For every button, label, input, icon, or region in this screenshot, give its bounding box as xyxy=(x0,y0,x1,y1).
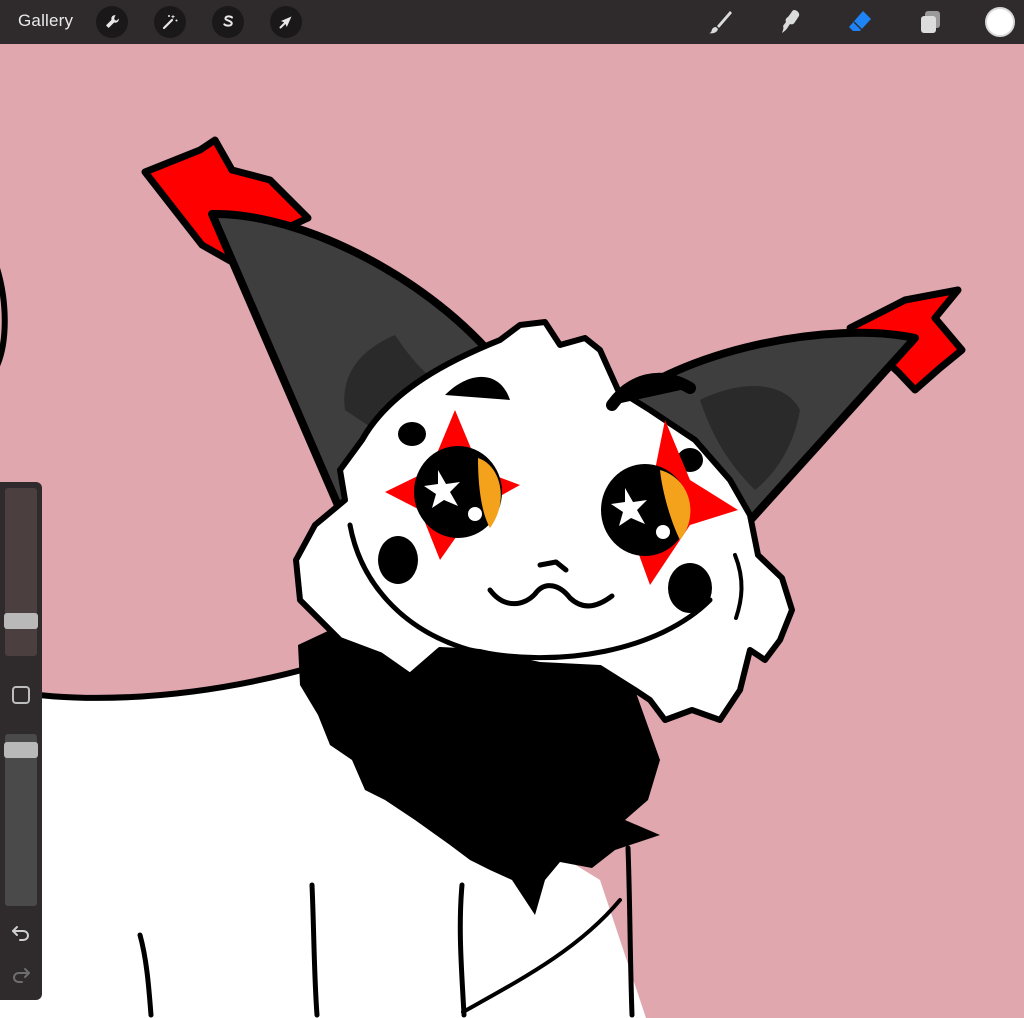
layers-icon xyxy=(921,11,940,33)
wrench-icon xyxy=(106,15,119,28)
arrow-cursor-icon xyxy=(279,16,292,29)
redo-icon[interactable] xyxy=(9,962,33,986)
square-modify-icon[interactable] xyxy=(12,686,30,704)
brush-sidebar xyxy=(0,482,42,1000)
layers-tool[interactable] xyxy=(912,4,948,40)
smudge-tool[interactable] xyxy=(772,4,808,40)
adjustments-button[interactable] xyxy=(154,6,186,38)
magic-wand-icon xyxy=(162,14,178,30)
eraser-tool[interactable] xyxy=(842,4,878,40)
brush-size-thumb[interactable] xyxy=(4,612,38,629)
brush-opacity-slider[interactable] xyxy=(5,734,37,906)
gallery-button[interactable]: Gallery xyxy=(18,11,73,31)
actions-button[interactable] xyxy=(96,6,128,38)
brush-size-slider[interactable] xyxy=(5,488,37,656)
brush-opacity-thumb[interactable] xyxy=(4,741,38,758)
brush-icon xyxy=(709,11,732,34)
selection-button[interactable] xyxy=(212,6,244,38)
color-swatch[interactable] xyxy=(985,7,1015,37)
drawing-canvas[interactable] xyxy=(0,44,1024,1018)
top-toolbar: Gallery xyxy=(0,0,1024,44)
brush-tool[interactable] xyxy=(702,4,738,40)
smudge-icon xyxy=(782,10,800,33)
eraser-icon xyxy=(849,11,871,31)
transform-button[interactable] xyxy=(270,6,302,38)
undo-icon[interactable] xyxy=(9,920,33,944)
selection-s-icon xyxy=(223,15,233,27)
